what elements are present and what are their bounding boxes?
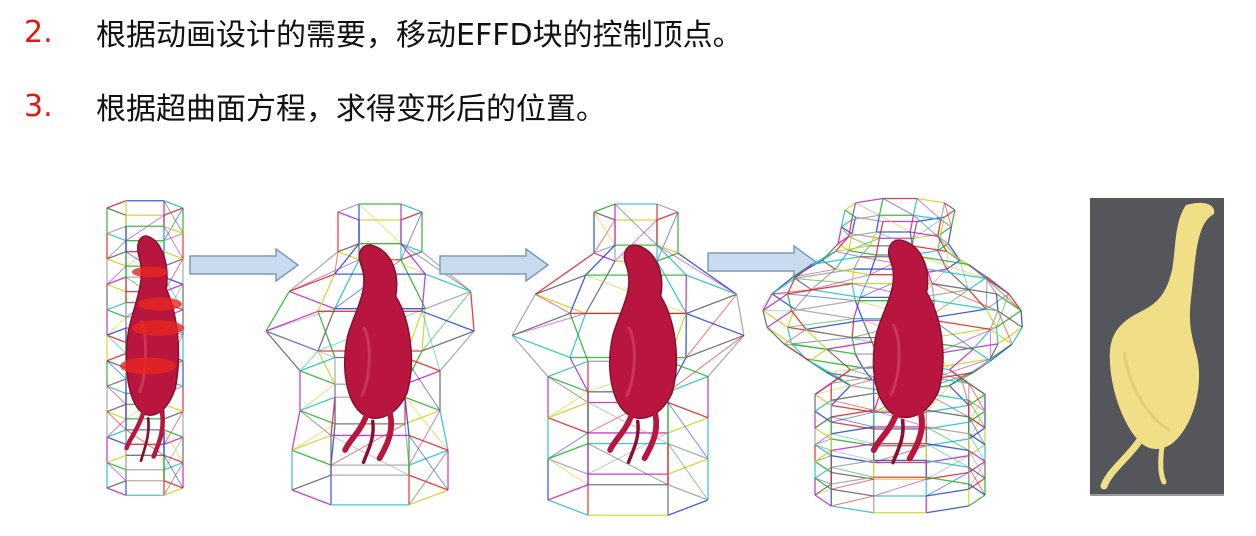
lattice-deformed-2 <box>511 203 745 516</box>
arrow-right-icon <box>189 247 300 283</box>
lattice-deformed-1 <box>265 203 475 506</box>
ffd-figure <box>106 197 1224 516</box>
cross-section-disc <box>132 320 184 336</box>
cross-section-disc <box>132 266 168 278</box>
cross-section-disc <box>138 297 182 311</box>
cross-section-disc <box>120 357 176 375</box>
photo-3d-print <box>1090 198 1224 496</box>
arrow-right-icon <box>439 247 550 283</box>
lattice-deformed-dense <box>762 197 1023 514</box>
lattice-initial <box>106 200 184 496</box>
organ-model <box>342 244 413 465</box>
